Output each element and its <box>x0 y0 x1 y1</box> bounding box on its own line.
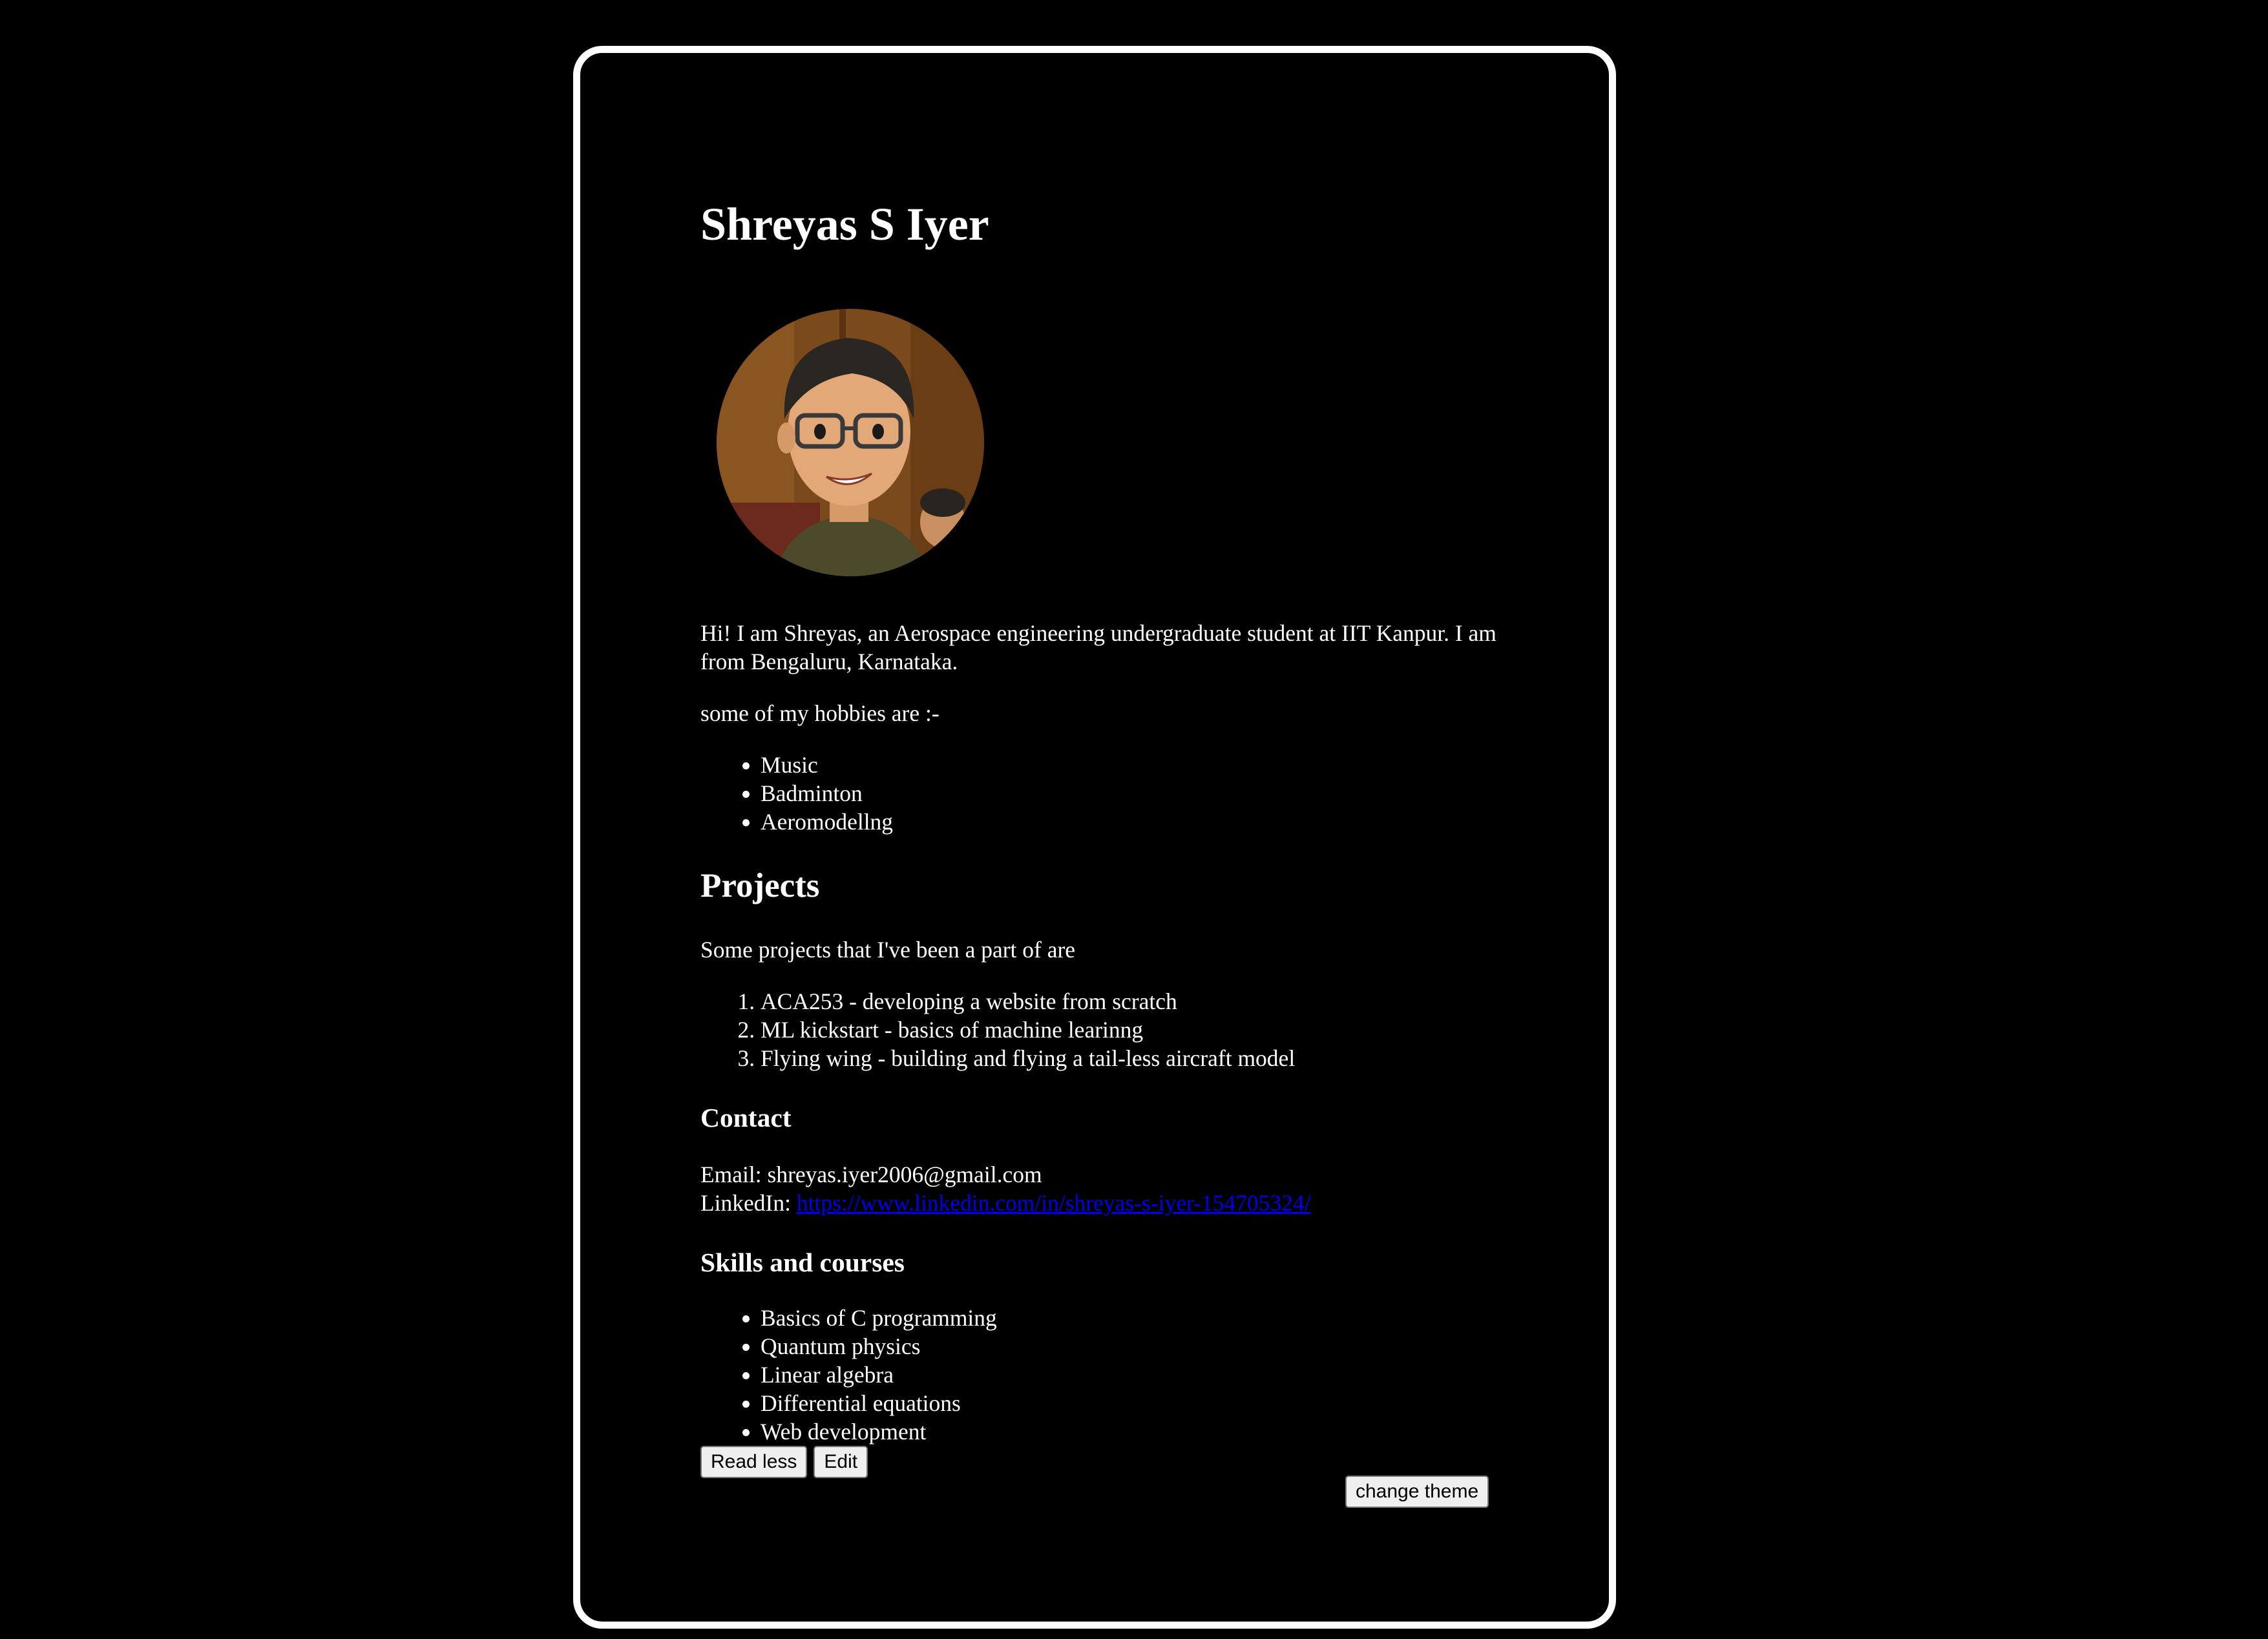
list-item: Web development <box>761 1417 1508 1446</box>
list-item: Music <box>761 751 1508 779</box>
change-theme-button[interactable]: change theme <box>1345 1476 1489 1508</box>
avatar-portrait-image <box>717 309 984 577</box>
linkedin-label: LinkedIn: <box>700 1189 791 1216</box>
list-item: Linear algebra <box>761 1361 1508 1389</box>
email-label: Email: <box>700 1161 762 1187</box>
contact-heading: Contact <box>700 1102 792 1133</box>
profile-content: Shreyas S Iyer Hi! I am Shreyas, an Aero… <box>700 196 1508 1478</box>
list-item: ML kickstart - basics of machine learinn… <box>761 1016 1508 1044</box>
projects-heading: Projects <box>700 867 820 905</box>
skills-list: Basics of C programming Quantum physics … <box>700 1304 1508 1446</box>
action-buttons: Read less Edit <box>700 1445 1508 1478</box>
avatar <box>717 309 984 577</box>
list-item: Aeromodellng <box>761 808 1508 836</box>
email-value: shreyas.iyer2006@gmail.com <box>767 1161 1042 1187</box>
contact-block: Email: shreyas.iyer2006@gmail.com Linked… <box>700 1160 1508 1217</box>
hobbies-intro: some of my hobbies are :- <box>700 700 940 727</box>
linkedin-link[interactable]: https://www.linkedin.com/in/shreyas-s-iy… <box>797 1190 1311 1216</box>
skills-heading: Skills and courses <box>700 1247 905 1277</box>
list-item: Badminton <box>761 779 1508 808</box>
projects-list: ACA253 - developing a website from scrat… <box>700 987 1508 1072</box>
list-item: Differential equations <box>761 1389 1508 1417</box>
profile-card: Shreyas S Iyer Hi! I am Shreyas, an Aero… <box>573 46 1616 1629</box>
list-item: Basics of C programming <box>761 1304 1508 1332</box>
list-item: Flying wing - building and flying a tail… <box>761 1044 1508 1072</box>
hobbies-list: Music Badminton Aeromodellng <box>700 751 1508 836</box>
intro-text: Hi! I am Shreyas, an Aerospace engineeri… <box>700 620 1496 675</box>
list-item: Quantum physics <box>761 1332 1508 1361</box>
list-item: ACA253 - developing a website from scrat… <box>761 987 1508 1016</box>
read-less-button[interactable]: Read less <box>700 1445 808 1478</box>
edit-button[interactable]: Edit <box>814 1445 868 1478</box>
projects-intro: Some projects that I've been a part of a… <box>700 936 1076 963</box>
theme-button-container: change theme <box>1345 1476 1489 1508</box>
page-title: Shreyas S Iyer <box>700 198 989 250</box>
